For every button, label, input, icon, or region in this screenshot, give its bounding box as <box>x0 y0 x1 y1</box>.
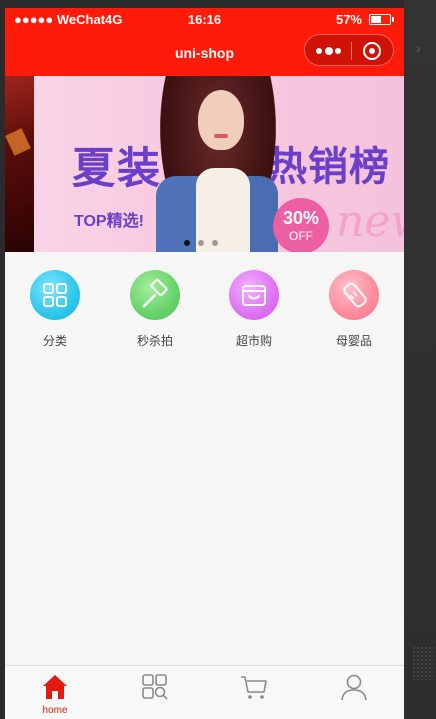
discount-value: 30% <box>282 208 320 228</box>
close-miniprogram-icon[interactable] <box>363 42 381 60</box>
home-icon <box>43 675 67 699</box>
tab-category[interactable] <box>105 666 205 719</box>
more-options-icon[interactable] <box>316 47 342 55</box>
category-nav-grid: 分类 秒杀拍 超市购 母婴品 <box>5 252 404 356</box>
banner-script-text: new <box>336 196 404 247</box>
banner-swiper[interactable]: 夏装 热销榜 TOP精选! 30% OFF new <box>5 76 404 252</box>
banner-tagline: TOP精选! <box>74 213 144 230</box>
navigation-bar: uni-shop <box>5 30 404 76</box>
nav-item-maternal-baby[interactable]: 母婴品 <box>304 270 404 350</box>
miniprogram-capsule <box>304 34 394 66</box>
battery-percentage: 57% <box>335 12 362 27</box>
hammer-icon <box>130 270 180 320</box>
category-icon <box>142 674 168 700</box>
chevron-right-icon: › <box>416 40 421 56</box>
banner-headline-right: 热销榜 <box>267 144 390 190</box>
tab-home[interactable]: home <box>5 666 105 719</box>
nav-item-flash-sale[interactable]: 秒杀拍 <box>105 270 205 350</box>
drag-handle[interactable] <box>412 646 434 680</box>
tab-bar: home <box>5 665 404 719</box>
nav-item-label: 超市购 <box>235 334 272 348</box>
tab-cart[interactable] <box>204 666 304 719</box>
banner-headline-left: 夏装 <box>72 144 162 194</box>
tab-label: home <box>42 705 68 716</box>
capsule-divider <box>351 42 352 60</box>
model-photo <box>156 76 278 252</box>
phone-screen: ●●●●● WeChat4G 16:16 57% uni-shop 夏装 热销榜… <box>5 8 404 719</box>
nav-item-category[interactable]: 分类 <box>5 270 105 350</box>
tab-profile[interactable] <box>304 666 404 719</box>
store-icon <box>229 270 279 320</box>
nav-item-label: 分类 <box>42 334 67 348</box>
banner-slide[interactable]: 夏装 热销榜 TOP精选! 30% OFF new <box>34 76 404 252</box>
battery-icon <box>369 14 394 25</box>
discount-suffix: OFF <box>289 229 313 243</box>
baby-bottle-icon <box>329 270 379 320</box>
nav-item-label: 母婴品 <box>335 334 372 348</box>
swiper-dot[interactable] <box>212 240 218 246</box>
category-grid-icon <box>30 270 80 320</box>
cart-icon <box>241 676 267 699</box>
nav-item-label: 秒杀拍 <box>136 334 173 348</box>
devtools-side-strip: › <box>404 0 436 719</box>
status-bar: ●●●●● WeChat4G 16:16 57% <box>5 8 404 30</box>
swiper-dot[interactable] <box>184 240 190 246</box>
user-icon <box>341 674 367 701</box>
discount-badge: 30% OFF <box>273 198 329 252</box>
nav-item-supermarket[interactable]: 超市购 <box>204 270 304 350</box>
previous-slide-preview <box>5 76 34 252</box>
swiper-dot[interactable] <box>198 240 204 246</box>
